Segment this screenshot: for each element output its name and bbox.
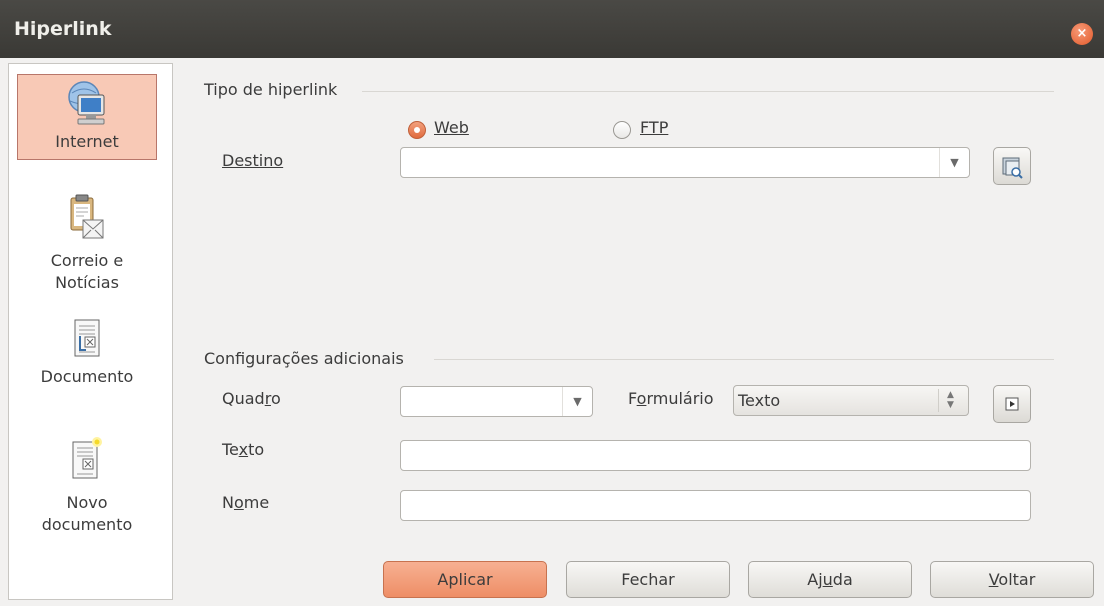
form-selected-value: Texto <box>738 391 781 410</box>
sidebar-item-label: Internet <box>55 132 119 151</box>
ftp-radio-label[interactable]: FTP <box>640 118 668 137</box>
help-button[interactable]: Ajuda <box>748 561 912 598</box>
events-button[interactable] <box>993 385 1031 423</box>
section-divider <box>434 359 1054 360</box>
section-divider <box>362 91 1054 92</box>
web-radio-label[interactable]: Web <box>434 118 469 137</box>
sidebar-item-new-document[interactable]: Novo documento <box>17 436 157 546</box>
play-icon <box>1005 397 1019 411</box>
additional-settings-section-title: Configurações adicionais <box>204 349 404 368</box>
chevron-down-icon[interactable]: ▼ <box>939 148 969 177</box>
close-dialog-button[interactable]: Fechar <box>566 561 730 598</box>
sidebar-item-label: Correio e Notícias <box>50 251 124 292</box>
text-label: Texto <box>222 440 265 459</box>
text-input[interactable] <box>400 440 1031 471</box>
title-bar: Hiperlink × <box>0 0 1104 58</box>
globe-computer-icon <box>68 81 105 125</box>
name-input[interactable] <box>400 490 1031 521</box>
web-radio[interactable] <box>408 121 426 139</box>
sidebar-item-internet[interactable]: Internet <box>17 74 157 160</box>
target-label: Destino <box>222 151 284 170</box>
folder-search-icon <box>1002 157 1023 179</box>
frame-label: Quadro <box>222 389 281 408</box>
name-label: Nome <box>222 493 270 512</box>
close-button[interactable]: × <box>1071 23 1093 45</box>
back-button[interactable]: Voltar <box>930 561 1094 598</box>
chevron-down-icon[interactable]: ▼ <box>562 387 592 416</box>
close-icon: × <box>1076 26 1088 41</box>
hyperlink-type-sidebar: Internet Correio e Notícias Documento No… <box>8 63 173 600</box>
window-title: Hiperlink <box>14 18 112 40</box>
sidebar-item-label: Novo documento <box>41 493 133 534</box>
browse-button[interactable] <box>993 147 1031 185</box>
apply-button[interactable]: Aplicar <box>383 561 547 598</box>
clipboard-mail-icon <box>70 194 104 239</box>
hyperlink-type-section-title: Tipo de hiperlink <box>204 80 338 99</box>
sidebar-item-mail-news[interactable]: Correio e Notícias <box>17 194 157 304</box>
form-label: Formulário <box>628 389 714 408</box>
ftp-radio[interactable] <box>613 121 631 139</box>
new-document-icon <box>72 437 102 479</box>
spin-arrows-icon[interactable]: ▲ ▼ <box>938 389 962 412</box>
sidebar-item-document[interactable]: Documento <box>17 318 157 404</box>
target-combobox[interactable]: ▼ <box>400 147 970 178</box>
frame-combobox[interactable]: ▼ <box>400 386 593 417</box>
sidebar-item-label: Documento <box>40 367 134 386</box>
document-icon <box>74 319 100 357</box>
form-select[interactable]: Texto ▲ ▼ <box>733 385 969 416</box>
